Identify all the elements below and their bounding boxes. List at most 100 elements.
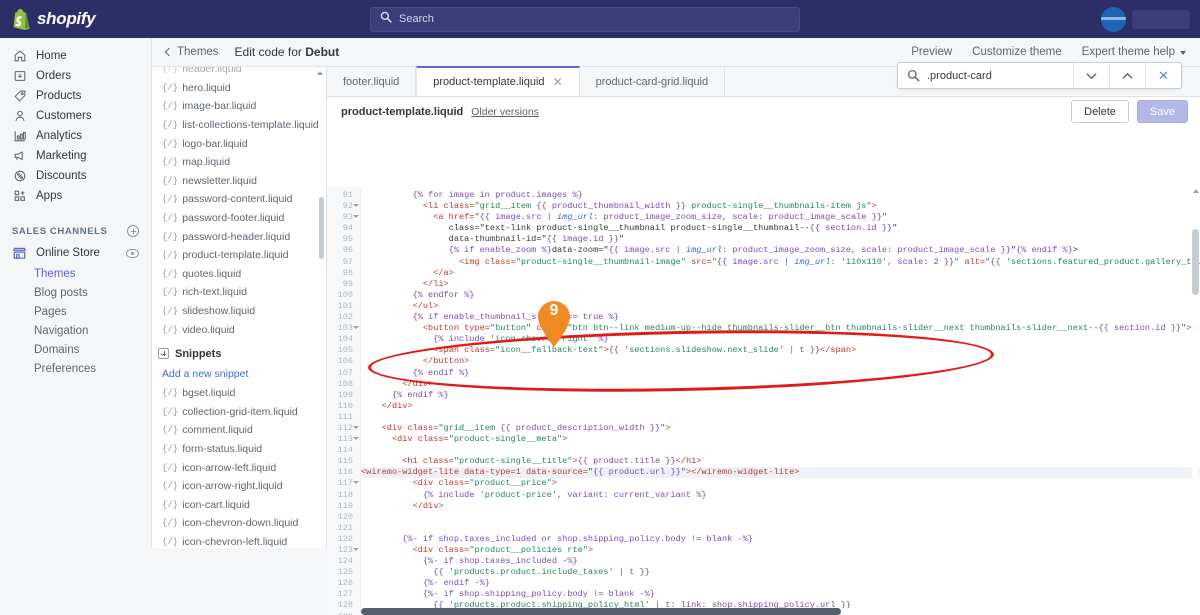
code-line[interactable]: <img class="product-single__thumbnail-im… (361, 257, 1200, 268)
sidebar-item-online-store[interactable]: Online Store (0, 242, 151, 264)
sidebar-item-customers[interactable]: Customers (0, 106, 151, 126)
code-line[interactable]: data-thumbnail-id="{{ image.id }}" (361, 234, 1200, 245)
code-line[interactable]: <wiremo-widget-lite data-type=1 data-sou… (361, 467, 1200, 479)
preview-button[interactable]: Preview (911, 46, 952, 58)
find-next-button[interactable] (1073, 63, 1109, 88)
eye-icon[interactable] (126, 248, 139, 258)
code-line[interactable] (361, 512, 1200, 523)
code-line[interactable]: <li class="grid__item {{ product_thumbna… (361, 201, 1200, 212)
file-tree-item[interactable]: {/} quotes.liquid (152, 265, 326, 284)
code-vertical-scrollbar[interactable] (1192, 187, 1199, 615)
expert-theme-help-menu[interactable]: Expert theme help (1082, 46, 1186, 58)
code-line[interactable]: <div class="product__price"> (361, 478, 1200, 489)
customize-theme-button[interactable]: Customize theme (972, 46, 1061, 58)
code-line[interactable]: </li> (361, 279, 1200, 290)
file-tree-item[interactable]: {/} password-content.liquid (152, 190, 326, 209)
code-line[interactable]: </div> (361, 401, 1200, 412)
scrollbar-thumb[interactable] (361, 608, 841, 615)
back-to-themes-link[interactable]: Themes (164, 46, 219, 58)
save-button[interactable]: Save (1136, 100, 1188, 123)
sidebar-item-themes[interactable]: Themes (0, 264, 151, 283)
snippets-folder[interactable]: Snippets (152, 343, 326, 365)
find-previous-button[interactable] (1109, 63, 1145, 88)
file-tree-item[interactable]: {/} rich-text.liquid (152, 283, 326, 302)
global-search-input[interactable]: Search (370, 6, 800, 32)
code-line[interactable]: </ul> (361, 301, 1200, 312)
file-tree-item[interactable]: {/} map.liquid (152, 153, 326, 172)
fold-toggle-icon[interactable] (352, 215, 359, 219)
find-input[interactable] (927, 69, 1073, 82)
code-line[interactable]: {%- endif -%} (361, 578, 1200, 589)
sidebar-item-navigation[interactable]: Navigation (0, 321, 151, 340)
code-line[interactable]: <h1 class="product-single__title">{{ pro… (361, 456, 1200, 467)
file-tree-item[interactable]: {/} icon-arrow-right.liquid (152, 477, 326, 496)
sidebar-item-apps[interactable]: Apps (0, 186, 151, 206)
scrollbar-thumb[interactable] (1192, 229, 1199, 295)
tab-product-card-grid-liquid[interactable]: product-card-grid.liquid (580, 67, 726, 96)
code-line[interactable]: <div class="product__policies rte"> (361, 545, 1200, 556)
file-tree-item[interactable]: {/} form-status.liquid (152, 440, 326, 459)
tab-footer-liquid[interactable]: footer.liquid (327, 67, 417, 96)
file-tree-item[interactable]: {/} comment.liquid (152, 421, 326, 440)
code-line[interactable] (361, 412, 1200, 423)
file-tree-item[interactable]: {/} list-collections-template.liquid (152, 116, 326, 135)
file-tree-item[interactable]: {/} logo-bar.liquid (152, 134, 326, 153)
fold-toggle-icon[interactable] (352, 481, 359, 485)
file-tree-item[interactable]: {/} slideshow.liquid (152, 302, 326, 321)
code-line[interactable]: {% endif %} (361, 390, 1200, 401)
fold-toggle-icon[interactable] (352, 437, 359, 441)
file-tree-item[interactable]: {/} bgset.liquid (152, 384, 326, 403)
sidebar-item-orders[interactable]: Orders (0, 66, 151, 86)
file-tree-scrollbar[interactable] (317, 69, 324, 546)
file-tree-item[interactable]: {/} icon-chevron-left.liquid (152, 533, 326, 548)
code-line[interactable]: {%- if shop.taxes_included -%} (361, 556, 1200, 567)
fold-toggle-icon[interactable] (352, 326, 359, 330)
find-widget[interactable]: ✕ (897, 62, 1182, 89)
sidebar-item-pages[interactable]: Pages (0, 302, 151, 321)
code-line[interactable]: {{ 'products.product.include_taxes' | t … (361, 567, 1200, 578)
code-line[interactable]: class="text-link product-single__thumbna… (361, 223, 1200, 234)
avatar[interactable] (1101, 6, 1126, 32)
file-tree-item[interactable]: {/} newsletter.liquid (152, 172, 326, 191)
account-area[interactable] (1101, 6, 1200, 32)
plus-circle-icon[interactable] (127, 225, 139, 237)
fold-toggle-icon[interactable] (352, 204, 359, 208)
sidebar-item-marketing[interactable]: Marketing (0, 146, 151, 166)
code-line[interactable]: </div> (361, 501, 1200, 512)
sidebar-item-discounts[interactable]: Discounts (0, 166, 151, 186)
code-line[interactable]: <a href="{{ image.src | img_url: product… (361, 212, 1200, 223)
file-tree-item[interactable]: {/} icon-cart.liquid (152, 495, 326, 514)
sidebar-item-products[interactable]: Products (0, 86, 151, 106)
code-line[interactable]: {% for image in product.images %} (361, 190, 1200, 201)
file-tree-item[interactable]: {/} video.liquid (152, 320, 326, 339)
file-tree-item[interactable]: {/} icon-chevron-down.liquid (152, 514, 326, 533)
sidebar-item-domains[interactable]: Domains (0, 340, 151, 359)
find-close-button[interactable]: ✕ (1145, 63, 1181, 88)
sidebar-item-preferences[interactable]: Preferences (0, 359, 151, 378)
code-line[interactable]: {%- if shop.shipping_policy.body != blan… (361, 589, 1200, 600)
file-tree-item[interactable]: {/} product-template.liquid (152, 246, 326, 265)
file-tree-item[interactable]: {/} icon-arrow-left.liquid (152, 458, 326, 477)
code-line[interactable]: {%- if shop.taxes_included or shop.shipp… (361, 534, 1200, 545)
delete-button[interactable]: Delete (1071, 100, 1129, 123)
sidebar-item-home[interactable]: Home (0, 46, 151, 66)
fold-toggle-icon[interactable] (352, 548, 359, 551)
older-versions-link[interactable]: Older versions (471, 106, 539, 118)
code-line[interactable] (361, 523, 1200, 534)
file-tree-item[interactable]: {/} collection-grid-item.liquid (152, 403, 326, 422)
tab-product-template-liquid[interactable]: product-template.liquid ✕ (416, 66, 580, 96)
code-line[interactable]: {% endfor %} (361, 290, 1200, 301)
code-line[interactable]: <div class="product-single__meta"> (361, 434, 1200, 445)
file-tree[interactable]: {/} header.liquid {/} hero.liquid {/} image-b… (152, 67, 327, 548)
code-line[interactable]: {% include 'product-price', variant: cur… (361, 490, 1200, 501)
code-line[interactable]: {% if enable_zoom %}data-zoom="{{ image.… (361, 245, 1200, 256)
file-tree-item[interactable]: {/} header.liquid (152, 67, 326, 79)
code-line[interactable] (361, 445, 1200, 456)
fold-toggle-icon[interactable] (352, 425, 359, 429)
code-line[interactable]: <div class="grid__item {{ product_descri… (361, 423, 1200, 434)
scroll-up-icon[interactable] (317, 71, 323, 75)
file-tree-item[interactable]: {/} image-bar.liquid (152, 97, 326, 116)
sidebar-item-analytics[interactable]: Analytics (0, 126, 151, 146)
file-tree-item[interactable]: {/} password-footer.liquid (152, 209, 326, 228)
file-tree-item[interactable]: {/} password-header.liquid (152, 227, 326, 246)
